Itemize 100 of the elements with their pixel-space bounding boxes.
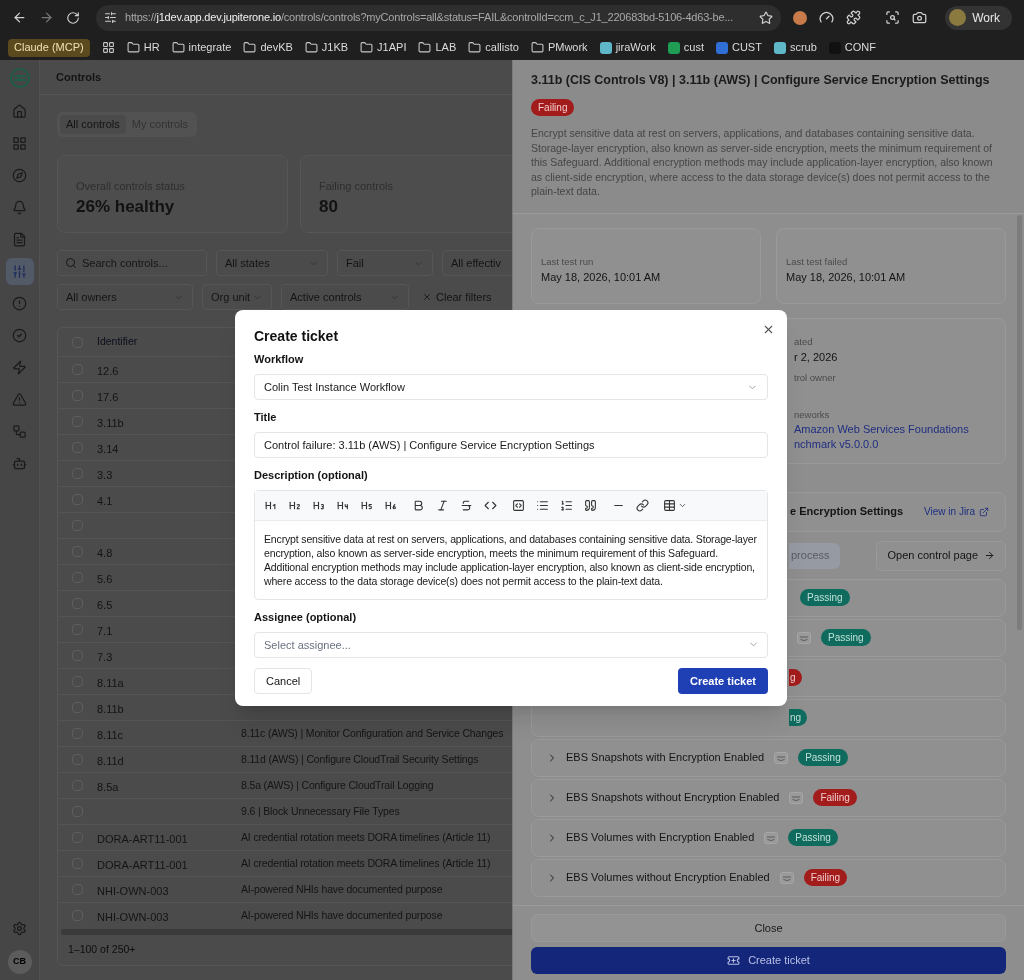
bookmark-link[interactable]: callisto — [485, 39, 519, 56]
bookmark-link[interactable]: J1API — [377, 39, 407, 56]
folder-icon — [418, 41, 432, 54]
assignee-select[interactable]: Select assignee... — [254, 632, 768, 658]
table-icon — [663, 499, 676, 512]
table-cell: 8.11c — [97, 728, 124, 741]
warning-icon — [12, 392, 27, 407]
table-cell: 8.11b — [97, 702, 124, 715]
create-ticket-button[interactable]: Create ticket — [677, 668, 768, 694]
status-badge: g — [789, 669, 802, 686]
bookmark-link[interactable]: cust — [683, 39, 704, 56]
folder-icon — [126, 41, 140, 54]
back-icon[interactable] — [12, 10, 27, 25]
stat-value: 26% healthy — [76, 195, 176, 218]
profile-button[interactable]: Work — [945, 5, 1012, 30]
workflow-select[interactable]: Colin Test Instance Workflow — [254, 374, 768, 400]
description-text-area[interactable]: Encrypt sensitive data at rest on servers, applications, and databases containing sensitive data. Storage-layer encryption, also known as server-side encryption, meets the minimum requirement of this Safeguard. Additional encryption methods may include application-layer encryption, also known as client-side encryption, where access to the data storage device(s) does not permit access to the plain-text data. — [255, 521, 767, 599]
apps-icon[interactable] — [101, 41, 115, 54]
aws-logo-icon — [797, 631, 811, 644]
italic-icon[interactable] — [435, 498, 449, 513]
aws-logo-icon — [774, 751, 789, 764]
horizontal-scrollbar[interactable] — [61, 929, 512, 935]
bookmark-tag[interactable]: Claude (MCP) — [8, 38, 90, 57]
bell-icon — [12, 200, 27, 215]
address-bar[interactable]: https://j1dev.app.dev.jupiterone.io/controls/controls?myControls=all&status=FAIL&controlId=ccm_c_J1_220683bd-5106-4d63-be... — [96, 4, 781, 31]
open-control-page-button[interactable]: Open control page — [876, 540, 1006, 571]
bookmark-star-icon[interactable] — [759, 10, 773, 25]
test-name: EBS Volumes without Encryption Enabled — [566, 870, 770, 886]
bookmark-link[interactable]: HR — [143, 39, 160, 56]
extension-icon[interactable] — [819, 10, 834, 25]
bookmark-link[interactable]: CUST — [731, 39, 762, 56]
url-text: https://j1dev.app.dev.jupiterone.io/controls/controls?myControls=all&status=FAIL&controlId=ccm_c_J1_220683bd-5106-4d63-be... — [125, 10, 734, 26]
strikethrough-icon[interactable] — [459, 498, 473, 513]
test-name: EBS Snapshots without Encryption Enabled — [566, 790, 780, 806]
bookmark-link[interactable]: PMwork — [547, 39, 588, 56]
status-badge: ng — [789, 709, 808, 726]
info-value: May 18, 2026, 10:01 AM — [786, 269, 907, 285]
status-badge: Passing — [800, 589, 850, 606]
bookmark-link[interactable]: LAB — [435, 39, 457, 56]
table-cell: 3.11b — [97, 416, 124, 429]
bookmark-link[interactable]: CONF — [844, 39, 876, 56]
alert-circle-icon — [12, 296, 27, 311]
bookmark-link[interactable]: scrub — [789, 39, 817, 56]
nav-item[interactable] — [5, 258, 34, 285]
table-menu-button[interactable] — [663, 499, 687, 512]
folder-icon — [304, 41, 318, 54]
link-icon[interactable] — [635, 498, 649, 513]
bookmark-link[interactable]: J1KB — [321, 39, 349, 56]
cancel-button[interactable]: Cancel — [254, 668, 313, 694]
compass-icon — [12, 168, 27, 183]
info-value: r 2, 2026 — [794, 349, 839, 365]
info-label: Last test run — [541, 254, 595, 269]
status-badge: Failing — [803, 869, 848, 886]
extensions-icon[interactable] — [846, 10, 861, 25]
table-cell: 8.11a — [97, 676, 124, 689]
info-label: Last test failed — [786, 254, 849, 269]
settings-icon[interactable] — [12, 921, 27, 936]
close-button[interactable]: Close — [531, 914, 1006, 942]
site-settings-icon[interactable] — [104, 11, 117, 24]
ticket-title: e Encryption Settings — [790, 504, 904, 520]
table-cell: 8.11d — [97, 754, 124, 767]
create-ticket-button[interactable]: Create ticket — [531, 947, 1006, 974]
extension-icon[interactable] — [793, 10, 807, 25]
test-row[interactable]: EBS Volumes with Encryption Enabled Passing — [531, 818, 1006, 857]
table-cell: DORA-ART11-001 — [97, 832, 188, 845]
close-icon — [422, 292, 432, 302]
extension-icon[interactable] — [885, 10, 900, 25]
info-label: neworks — [794, 407, 831, 422]
test-row[interactable]: EBS Volumes without Encryption Enabled Failing — [531, 858, 1006, 897]
numbered-list-icon[interactable] — [559, 498, 573, 513]
workflow-icon — [12, 424, 27, 439]
page-title: Controls — [56, 69, 102, 85]
bookmark-link[interactable]: devKB — [260, 39, 293, 56]
title-input[interactable]: Control failure: 3.11b (AWS) | Configure Service Encryption Settings — [254, 432, 768, 458]
bullet-list-icon[interactable] — [535, 498, 549, 513]
bookmark-link[interactable]: integrate — [188, 39, 232, 56]
folder-icon — [360, 41, 374, 54]
scrollbar-thumb[interactable] — [1017, 215, 1022, 630]
test-row[interactable]: EBS Snapshots without Encryption Enabled Failing — [531, 778, 1006, 817]
bookmark-link[interactable]: jiraWork — [615, 39, 656, 56]
control-description: Encrypt sensitive data at rest on servers, applications, and databases containing sensitive data. Storage-layer encryption, also known as server-side encryption, meets the minimum requirement of this Safeguard. Additional encryption methods may include application-layer encryption, also known as client-side encryption, where access to the data storage device(s) does not permit access to the plain-text data. — [531, 126, 994, 199]
arrow-right-icon — [984, 550, 995, 561]
quote-icon[interactable] — [583, 498, 597, 513]
control-title: 3.11b (CIS Controls V8) | 3.11b (AWS) | Configure Service Encryption Settings — [531, 72, 991, 89]
close-icon[interactable] — [762, 323, 775, 336]
folder-icon — [530, 41, 544, 54]
view-in-jira-link[interactable]: View in Jira — [924, 504, 989, 519]
aws-logo-icon — [779, 871, 794, 884]
framework-link[interactable]: Amazon Web Services Foundations — [794, 421, 1005, 437]
aws-logo-icon — [789, 791, 804, 804]
code-block-icon[interactable] — [511, 498, 525, 513]
framework-link[interactable]: nchmark v5.0.0.0 — [794, 436, 1005, 452]
status-badge: Failing — [531, 99, 575, 116]
extension-icon[interactable] — [912, 10, 927, 25]
table-cell: 3.14 — [97, 442, 119, 455]
lightning-icon — [12, 360, 27, 375]
forward-icon[interactable] — [39, 10, 54, 25]
reload-icon[interactable] — [66, 10, 80, 25]
avatar-icon — [949, 9, 967, 26]
test-row[interactable]: EBS Snapshots with Encryption Enabled Passing — [531, 738, 1006, 777]
